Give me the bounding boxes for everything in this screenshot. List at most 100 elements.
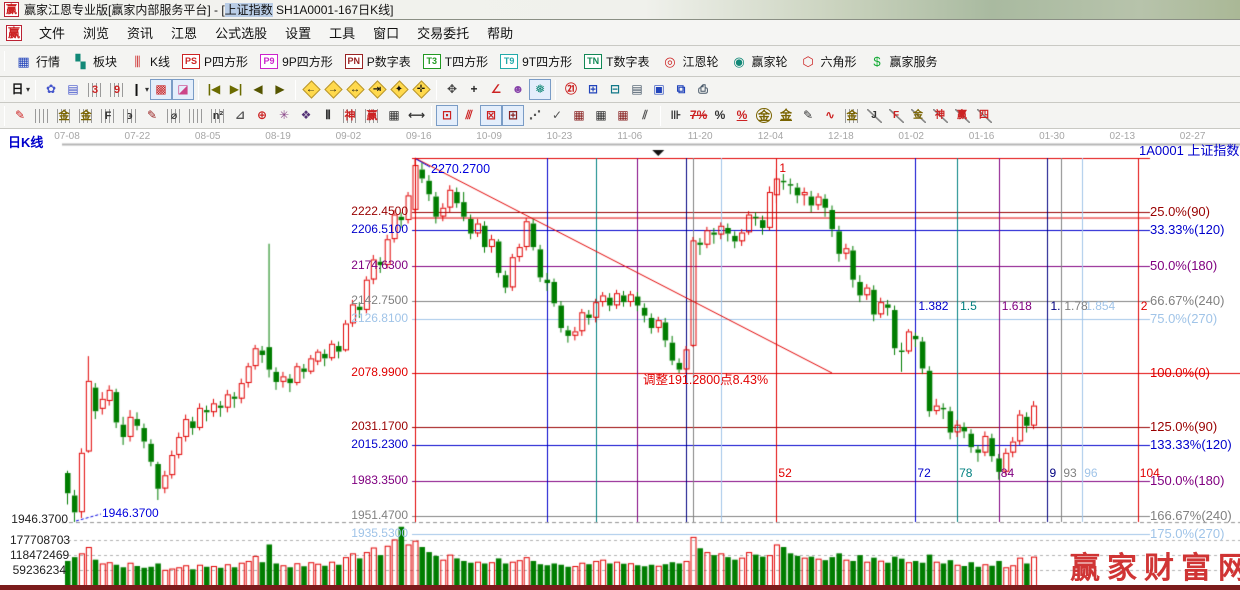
bow-lines-tool[interactable]: ϶ [119,105,141,126]
j-angle-tool[interactable]: J [863,105,885,126]
quotes-button[interactable]: ▦ 行情 [9,50,66,73]
menu-item-10[interactable]: 帮助 [478,20,522,45]
radiant-web-tool[interactable]: ✳ [273,105,295,126]
print-button[interactable]: ⎙ [692,79,714,100]
gold-bars-tool[interactable]: 金 [841,105,863,126]
shen-angle-tool[interactable]: 神 [929,105,951,126]
circle-ruler-tool[interactable]: ⌀ [163,105,185,126]
f-angle-tool[interactable]: F [885,105,907,126]
t-number-table-button[interactable]: TN T数字表 [578,50,655,73]
menu-bar: 赢 文件 浏览 资讯 江恩 公式选股 设置 工具 窗口 交易委托 帮助 [0,20,1240,46]
save-button[interactable]: ▣ [648,79,670,100]
pattern-window-button[interactable]: ✿ [40,79,62,100]
pen2-tool[interactable]: ✎ [141,105,163,126]
gold-pen-tool[interactable]: ✎ [797,105,819,126]
compass-cross-tool[interactable]: ⊕ [251,105,273,126]
p-square-button[interactable]: PS P四方形 [176,50,254,73]
ying-angle-tool[interactable]: 赢 [951,105,973,126]
chart-3-button[interactable]: 3 [84,79,106,100]
kline-canvas[interactable] [0,129,1240,590]
last-bar-button[interactable]: ▶| [225,79,247,100]
notepad-button[interactable]: ▤ [626,79,648,100]
info-panel-button[interactable]: ▤ [62,79,84,100]
menu-item-9[interactable]: 交易委托 [408,20,478,45]
shen-ruler-tool[interactable]: 神 [339,105,361,126]
calendar-button[interactable]: ㉑ [560,79,582,100]
lattice-window-button[interactable]: ▩ [150,79,172,100]
grid2-tool[interactable]: ▦ [590,105,612,126]
ray-fan-tool[interactable]: ⫻ [458,105,480,126]
winner-wheel-button[interactable]: ◉ 赢家轮 [724,50,793,73]
winner-service-button[interactable]: $ 赢家服务 [863,50,944,73]
f-lines-tool[interactable]: F [97,105,119,126]
box-select-tool[interactable]: ⊡ [436,105,458,126]
period-selector[interactable]: 日 ▾ [9,79,31,100]
bar-pair-tool[interactable]: ⫴ [317,105,339,126]
ruler-comb-tool[interactable] [31,105,53,126]
width-measure-tool[interactable]: ⟷ [405,105,427,126]
check-lines-tool[interactable]: ✓ [546,105,568,126]
grid1-tool[interactable]: ▦ [568,105,590,126]
gann-wheel-button[interactable]: ◎ 江恩轮 [655,50,724,73]
pen-tool[interactable]: ✎ [9,105,31,126]
si-angle-tool[interactable]: 四 [973,105,995,126]
hatch-tool[interactable]: ⫽ [634,105,656,126]
ray-box-tool[interactable]: ⊠ [480,105,502,126]
strike-7pct-tool[interactable]: 7% [687,105,709,126]
p-number-table-button[interactable]: PN P数字表 [339,50,417,73]
expand-all-button[interactable]: ✛ [410,79,432,100]
ruler2-tool[interactable] [185,105,207,126]
pan-left-button[interactable]: ← [300,79,322,100]
percent-line-tool[interactable]: % [731,105,753,126]
next-bar-button[interactable]: ▶ [269,79,291,100]
menu-item-2[interactable]: 浏览 [74,20,118,45]
candle-style-button[interactable]: ❙ ▾ [128,79,150,100]
gold-line-tool[interactable]: 金 [775,105,797,126]
menu-item-3[interactable]: 资讯 [118,20,162,45]
menu-item-1[interactable]: 文件 [30,20,74,45]
numbered-grid-tool[interactable]: ▦ [383,105,405,126]
t-square-icon: T3 [422,53,441,69]
t-square-button[interactable]: T3 T四方形 [417,50,494,73]
kline-button[interactable]: ⫼ K线 [123,50,176,73]
compress-horizontal-button[interactable]: ⇥ [366,79,388,100]
pan-hand-button[interactable]: ✥ [441,79,463,100]
gold-square-tool[interactable]: 金 [53,105,75,126]
n2-ruler-tool[interactable]: n² [207,105,229,126]
price-bars-tool[interactable]: ⊪ [665,105,687,126]
zoom-center-button[interactable]: ✦ [388,79,410,100]
angle-measure-button[interactable]: ∠ [485,79,507,100]
sectors-button[interactable]: ▚ 板块 [66,50,123,73]
pan-right-button[interactable]: → [322,79,344,100]
menu-item-6[interactable]: 设置 [276,20,320,45]
square-web-tool[interactable]: ❖ [295,105,317,126]
ying-ruler-tool[interactable]: 赢 [361,105,383,126]
gold-angle-tool[interactable]: 金 [907,105,929,126]
calculator2-button[interactable]: ⊟ [604,79,626,100]
calculator-button[interactable]: ⊞ [582,79,604,100]
trend-fan-tool[interactable]: ⋰ [524,105,546,126]
grid3-tool[interactable]: ▦ [612,105,634,126]
p9-square-button[interactable]: P9 9P四方形 [254,50,339,73]
prev-bar-button[interactable]: ◀ [247,79,269,100]
gold-circle-tool[interactable]: 金 [753,105,775,126]
first-bar-button[interactable]: |◀ [203,79,225,100]
menu-item-7[interactable]: 工具 [320,20,364,45]
capture-button[interactable]: ⧉ [670,79,692,100]
menu-item-5[interactable]: 公式选股 [206,20,276,45]
menu-item-8[interactable]: 窗口 [364,20,408,45]
percent-tool[interactable]: % [709,105,731,126]
chart-9-button[interactable]: 9 [106,79,128,100]
menu-item-4[interactable]: 江恩 [162,20,206,45]
gold-square2-tool[interactable]: 金 [75,105,97,126]
expand-horizontal-button[interactable]: ↔ [344,79,366,100]
color-chart-button[interactable]: ◪ [172,79,194,100]
web-box-tool[interactable]: ⊞ [502,105,524,126]
analyst-button[interactable]: ☻ [507,79,529,100]
mirror-angle-tool[interactable]: ⊿ [229,105,251,126]
hexagon-button[interactable]: ⬡ 六角形 [794,50,863,73]
smart-brain-button[interactable]: ❅ [529,79,551,100]
t9-square-button[interactable]: T9 9T四方形 [494,50,578,73]
crosshair-button[interactable]: + [463,79,485,100]
wave-tool[interactable]: ∿ [819,105,841,126]
